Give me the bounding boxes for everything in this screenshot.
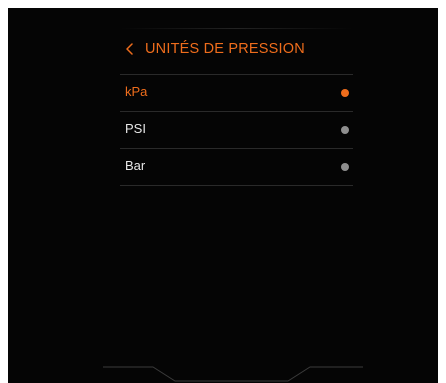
unit-label: Bar — [125, 158, 146, 173]
radio-unselected-icon[interactable] — [341, 126, 349, 134]
unit-option-kpa[interactable]: kPa — [120, 75, 353, 112]
page-title: UNITÉS DE PRESSION — [145, 41, 305, 57]
radio-selected-icon[interactable] — [341, 89, 349, 97]
unit-label: kPa — [125, 84, 148, 99]
chevron-left-icon[interactable] — [125, 42, 135, 56]
unit-list: kPa PSI Bar — [120, 75, 353, 186]
bottom-frame-decoration — [8, 353, 438, 383]
unit-option-psi[interactable]: PSI — [120, 112, 353, 149]
unit-option-bar[interactable]: Bar — [120, 149, 353, 186]
header: UNITÉS DE PRESSION — [125, 38, 305, 60]
top-divider — [120, 28, 353, 29]
pressure-units-screen: UNITÉS DE PRESSION kPa PSI Bar — [8, 8, 438, 383]
unit-label: PSI — [125, 121, 146, 136]
radio-unselected-icon[interactable] — [341, 163, 349, 171]
